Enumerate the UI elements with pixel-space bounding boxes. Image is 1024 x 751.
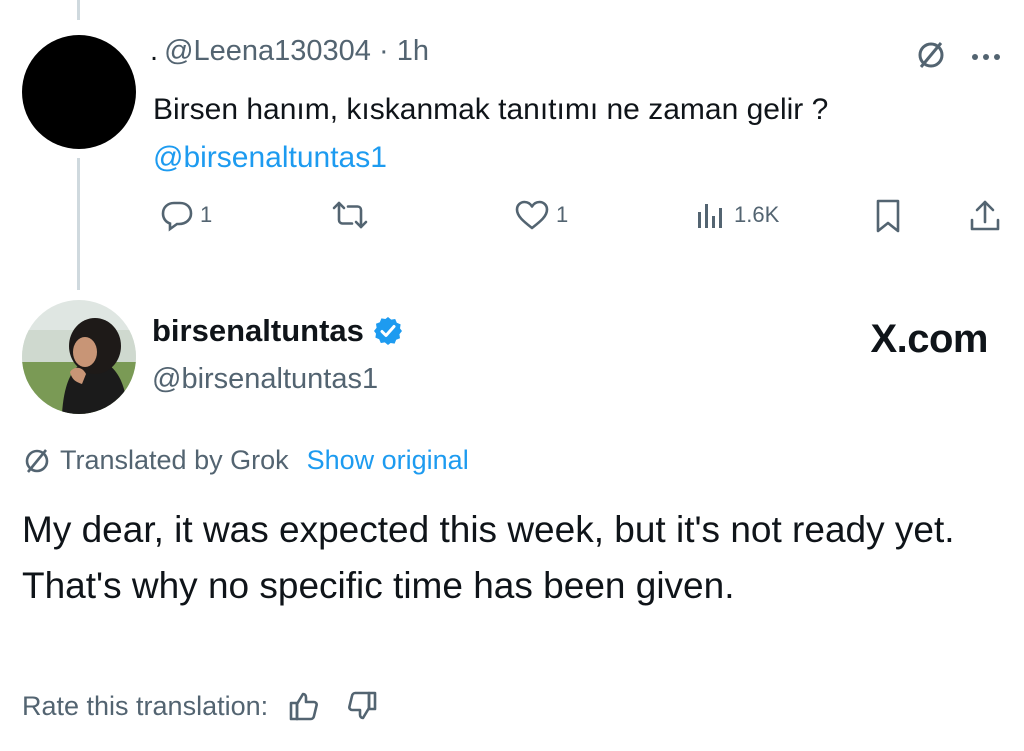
author-display-name[interactable]: birsenaltuntas bbox=[152, 313, 364, 349]
views-count: 1.6K bbox=[734, 202, 780, 227]
reply-body: Birsen hanım, kıskanmak tanıtımı ne zama… bbox=[153, 93, 829, 126]
rate-translation-label: Rate this translation: bbox=[22, 690, 269, 721]
reply-mention-link[interactable]: @birsenaltuntas1 bbox=[153, 141, 387, 174]
reply-time[interactable]: 1h bbox=[397, 35, 429, 67]
reply-header: . @Leena130304 · 1h bbox=[150, 35, 429, 68]
post-text: My dear, it was expected this week, but … bbox=[22, 509, 955, 606]
retweet-button[interactable] bbox=[330, 198, 376, 232]
thumbs-up-icon[interactable] bbox=[288, 690, 320, 722]
views-bars-icon bbox=[698, 204, 722, 228]
translate-slash-icon bbox=[25, 448, 49, 473]
translated-by-label: Translated by Grok bbox=[60, 445, 289, 475]
show-original-link[interactable]: Show original bbox=[307, 445, 469, 476]
rate-translation-row: Rate this translation: bbox=[22, 690, 378, 722]
reply-handle[interactable]: @Leena130304 bbox=[164, 35, 371, 67]
reply-count: 1 bbox=[200, 202, 213, 227]
translate-slash-icon[interactable] bbox=[914, 38, 948, 77]
thread-line-connector bbox=[77, 158, 80, 290]
bookmark-icon bbox=[876, 199, 900, 233]
verified-badge-icon bbox=[373, 317, 402, 345]
thread-line-top bbox=[77, 0, 80, 20]
thumbs-down-icon[interactable] bbox=[346, 690, 378, 722]
reply-display-name[interactable]: . bbox=[150, 35, 158, 67]
reply-top-right-icons bbox=[914, 38, 1002, 77]
comment-icon bbox=[161, 201, 193, 232]
more-dots-icon[interactable] bbox=[970, 49, 1002, 67]
author-handle[interactable]: @birsenaltuntas1 bbox=[152, 363, 378, 396]
translation-bar: Translated by Grok Show original bbox=[22, 445, 469, 476]
author-name-row: birsenaltuntas bbox=[152, 313, 404, 349]
like-button[interactable]: 1 bbox=[514, 198, 568, 232]
retweet-icon bbox=[332, 201, 368, 229]
author-avatar[interactable] bbox=[22, 300, 136, 414]
like-count: 1 bbox=[556, 202, 569, 227]
heart-icon bbox=[515, 200, 549, 230]
share-icon bbox=[970, 200, 1000, 231]
reply-text: Birsen hanım, kıskanmak tanıtımı ne zama… bbox=[153, 86, 913, 182]
reply-avatar[interactable] bbox=[22, 35, 136, 149]
reply-separator: · bbox=[378, 35, 389, 67]
xcom-watermark: X.com bbox=[870, 317, 988, 361]
bookmark-button[interactable] bbox=[872, 198, 904, 234]
reply-button[interactable]: 1 bbox=[160, 198, 212, 232]
views-button[interactable]: 1.6K bbox=[694, 198, 779, 232]
share-button[interactable] bbox=[968, 198, 1002, 234]
